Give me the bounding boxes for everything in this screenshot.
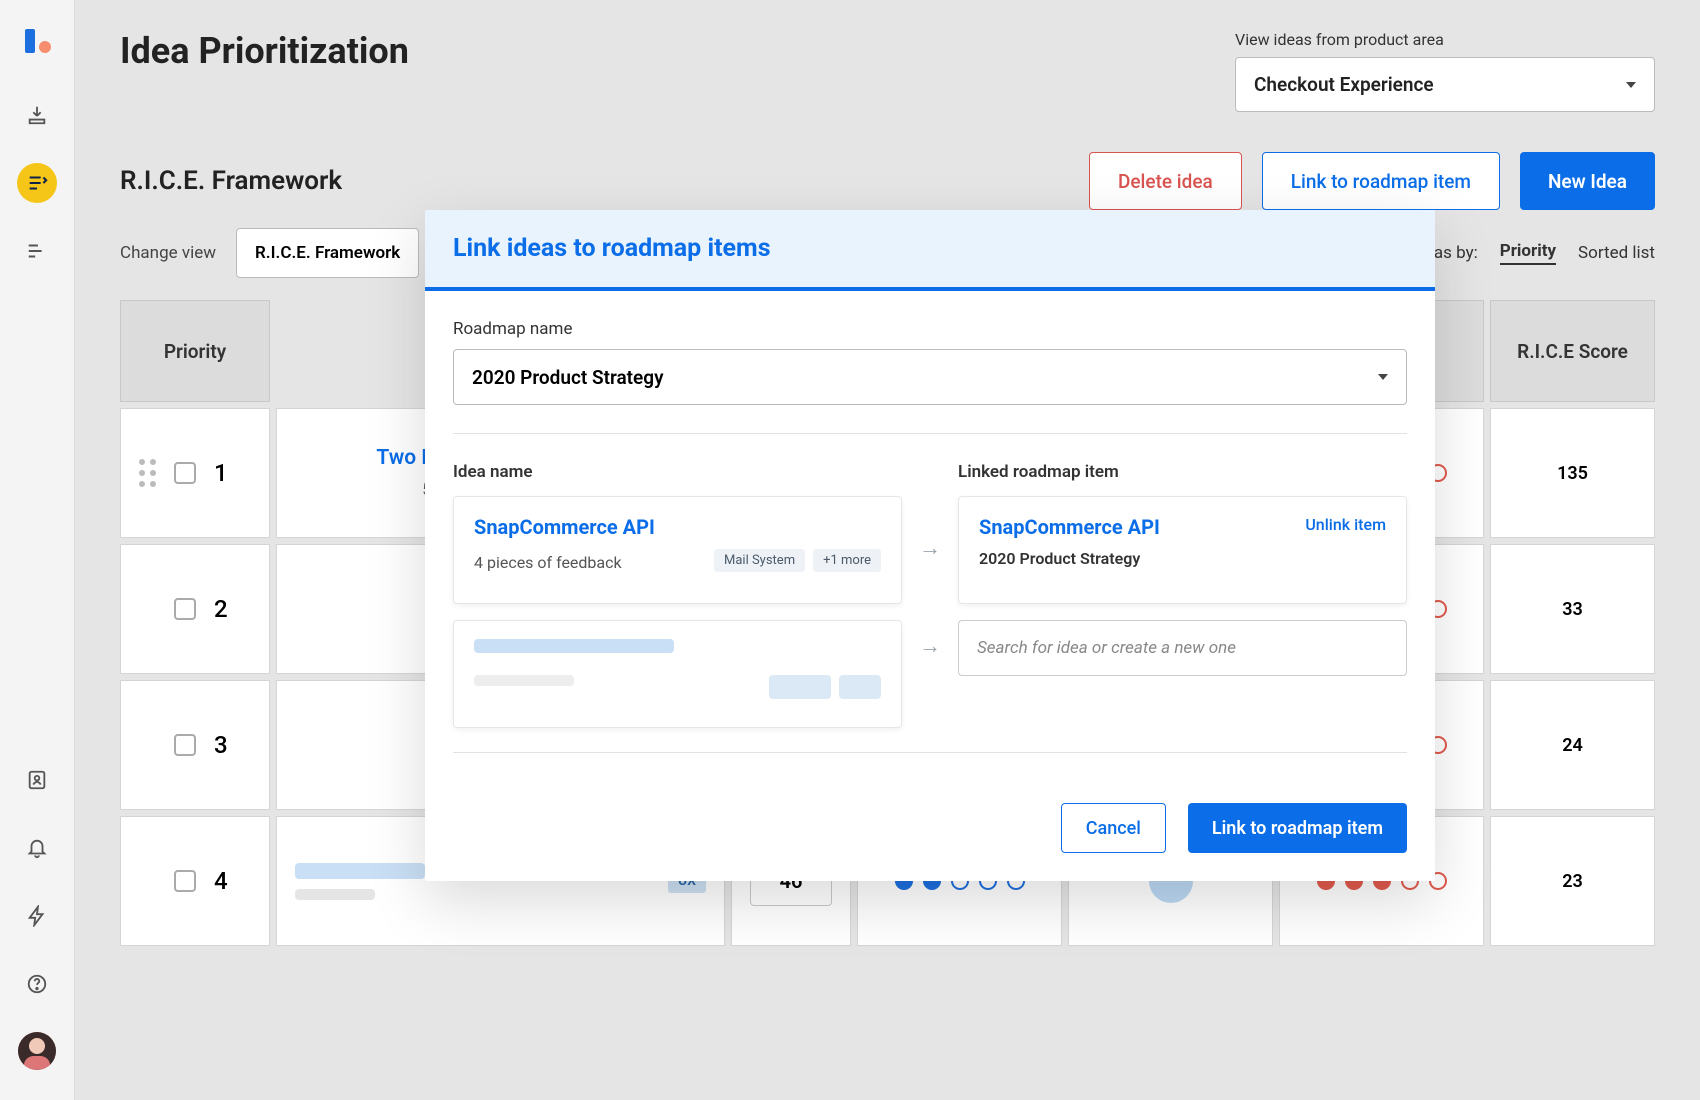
app-logo bbox=[21, 25, 53, 57]
idea-card[interactable]: SnapCommerce API 4 pieces of feedback Ma… bbox=[453, 496, 902, 604]
chevron-down-icon bbox=[1378, 374, 1388, 380]
area-filter-select[interactable]: Checkout Experience bbox=[1235, 57, 1655, 112]
ideas-icon[interactable] bbox=[17, 163, 57, 203]
modal-title: Link ideas to roadmap items bbox=[453, 234, 1407, 263]
idea-column-header: Idea name bbox=[453, 462, 902, 482]
contacts-icon[interactable] bbox=[17, 760, 57, 800]
user-avatar[interactable] bbox=[18, 1032, 56, 1070]
linked-column-header: Linked roadmap item bbox=[958, 462, 1407, 482]
roadmap-select-value: 2020 Product Strategy bbox=[472, 366, 664, 389]
col-score: R.I.C.E Score bbox=[1490, 300, 1655, 402]
inbox-icon[interactable] bbox=[17, 95, 57, 135]
arrow-right-icon: → bbox=[902, 494, 958, 602]
confirm-link-button[interactable]: Link to roadmap item bbox=[1188, 803, 1407, 853]
roadmap-select[interactable]: 2020 Product Strategy bbox=[453, 349, 1407, 405]
idea-chip: Mail System bbox=[714, 549, 805, 572]
sidebar bbox=[0, 0, 75, 1100]
page-title: Idea Prioritization bbox=[120, 30, 409, 72]
row-checkbox[interactable] bbox=[174, 462, 196, 484]
linked-card-sub: 2020 Product Strategy bbox=[979, 549, 1160, 568]
score-value: 135 bbox=[1490, 408, 1655, 538]
rank-value: 3 bbox=[214, 731, 228, 759]
section-title: R.I.C.E. Framework bbox=[120, 166, 342, 196]
idea-card-placeholder[interactable] bbox=[453, 620, 902, 728]
cancel-button[interactable]: Cancel bbox=[1061, 803, 1166, 853]
link-ideas-modal: Link ideas to roadmap items Roadmap name… bbox=[425, 210, 1435, 881]
view-select[interactable]: R.I.C.E. Framework bbox=[236, 228, 419, 278]
rank-value: 2 bbox=[214, 595, 228, 623]
score-value: 33 bbox=[1490, 544, 1655, 674]
new-idea-button[interactable]: New Idea bbox=[1520, 152, 1655, 210]
notifications-icon[interactable] bbox=[17, 828, 57, 868]
chevron-down-icon bbox=[1626, 82, 1636, 88]
linked-item-card: SnapCommerce API 2020 Product Strategy U… bbox=[958, 496, 1407, 604]
score-value: 24 bbox=[1490, 680, 1655, 810]
bolt-icon[interactable] bbox=[17, 896, 57, 936]
score-value: 23 bbox=[1490, 816, 1655, 946]
link-roadmap-button[interactable]: Link to roadmap item bbox=[1262, 152, 1500, 210]
unlink-button[interactable]: Unlink item bbox=[1305, 515, 1386, 534]
roadmap-icon[interactable] bbox=[17, 231, 57, 271]
idea-card-sub: 4 pieces of feedback bbox=[474, 553, 622, 572]
delete-idea-button[interactable]: Delete idea bbox=[1089, 152, 1242, 210]
rank-value: 1 bbox=[214, 459, 228, 487]
idea-card-title: SnapCommerce API bbox=[474, 515, 881, 539]
rank-value: 4 bbox=[214, 867, 228, 895]
area-filter-value: Checkout Experience bbox=[1254, 73, 1434, 96]
roadmap-name-label: Roadmap name bbox=[453, 319, 1407, 339]
area-filter-label: View ideas from product area bbox=[1235, 30, 1655, 49]
row-checkbox[interactable] bbox=[174, 598, 196, 620]
order-priority-tab[interactable]: Priority bbox=[1500, 241, 1556, 265]
change-view-label: Change view bbox=[120, 243, 216, 263]
col-priority: Priority bbox=[120, 300, 270, 402]
order-sorted-tab[interactable]: Sorted list bbox=[1578, 243, 1655, 263]
row-checkbox[interactable] bbox=[174, 734, 196, 756]
linked-card-title: SnapCommerce API bbox=[979, 515, 1160, 539]
arrow-right-icon: → bbox=[902, 618, 958, 674]
drag-handle-icon[interactable] bbox=[139, 459, 156, 487]
linked-search-input[interactable]: Search for idea or create a new one bbox=[958, 620, 1407, 676]
idea-chip-more: +1 more bbox=[813, 549, 881, 572]
help-icon[interactable] bbox=[17, 964, 57, 1004]
row-checkbox[interactable] bbox=[174, 870, 196, 892]
